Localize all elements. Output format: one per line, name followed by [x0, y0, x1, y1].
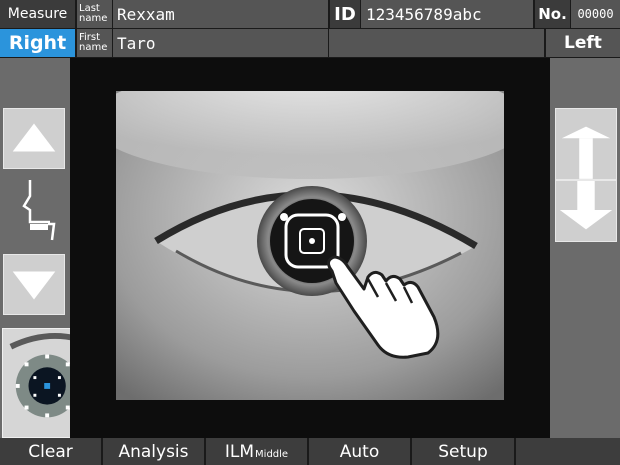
last-name-label: Last name: [77, 0, 112, 28]
first-name-value: Taro: [113, 29, 328, 57]
eye-camera-view[interactable]: [90, 63, 530, 400]
header-row-bottom: Right First name Taro Left: [0, 29, 620, 57]
right-eye-button[interactable]: Right: [0, 29, 75, 57]
mode-label: Measure: [0, 0, 75, 28]
focus-up-arrow-icon: [561, 126, 611, 179]
focus-up-button[interactable]: [555, 108, 617, 180]
header-spacer: [329, 29, 544, 57]
eye-image: [90, 63, 530, 400]
clear-button[interactable]: Clear: [0, 438, 103, 465]
triangle-up-icon: [12, 123, 56, 152]
focus-down-button[interactable]: [555, 180, 617, 242]
focus-down-arrow-icon: [559, 181, 613, 230]
left-control-panel: [0, 58, 108, 438]
auto-button[interactable]: Auto: [309, 438, 412, 465]
chinrest-up-button[interactable]: [3, 108, 65, 169]
left-eye-button[interactable]: Left: [546, 29, 620, 57]
id-value: 123456789abc: [361, 0, 533, 28]
chinrest-profile-icon: [22, 180, 56, 241]
chinrest-down-button[interactable]: [3, 254, 65, 315]
id-label: ID: [330, 0, 360, 28]
number-value: 00000: [571, 0, 620, 28]
triangle-down-icon: [12, 271, 56, 300]
first-name-label: First name: [77, 29, 112, 57]
chinrest-indicator: [10, 176, 60, 244]
last-name-value: Rexxam: [113, 0, 328, 28]
ilm-button[interactable]: ILM Middle: [206, 438, 309, 465]
setup-button[interactable]: Setup: [412, 438, 516, 465]
number-label: No.: [535, 0, 570, 28]
analysis-button[interactable]: Analysis: [103, 438, 206, 465]
bottom-toolbar: Clear Analysis ILM Middle Auto Setup: [0, 438, 620, 465]
right-control-panel: [550, 58, 620, 438]
empty-slot: [516, 438, 620, 465]
header-row-top: Measure Last name Rexxam ID 123456789abc…: [0, 0, 620, 28]
